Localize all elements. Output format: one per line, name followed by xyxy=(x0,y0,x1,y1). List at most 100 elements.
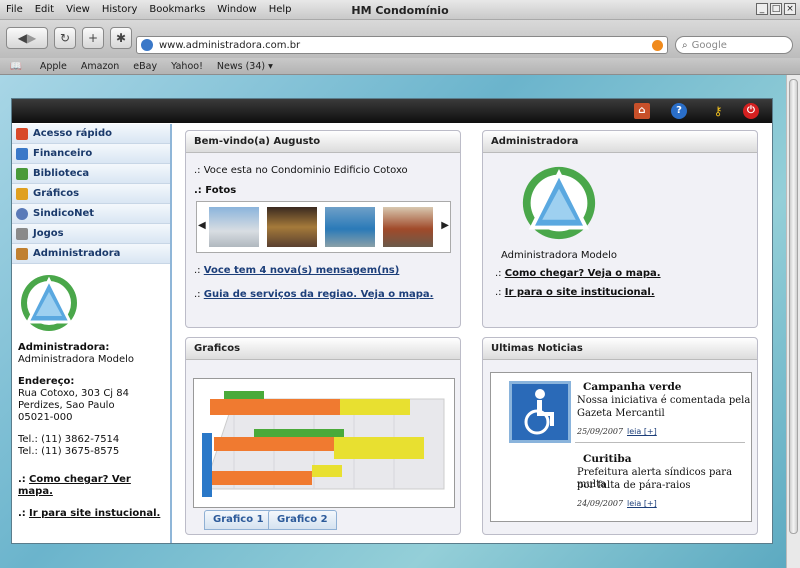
menu-file[interactable]: File xyxy=(6,4,23,15)
link-prefix: .: xyxy=(495,287,502,298)
people-icon xyxy=(16,247,28,260)
messages-row: .: Voce tem 4 nova(s) mensagem(ns) xyxy=(194,265,399,276)
address-bar[interactable]: www.administradora.com.br xyxy=(136,36,668,54)
sidebar-item-label: Biblioteca xyxy=(33,168,90,179)
wheelchair-icon xyxy=(524,389,554,435)
globe-icon xyxy=(16,207,28,220)
news-list: Campanha verde Nossa iniciativa é coment… xyxy=(490,372,752,522)
bookmark-amazon[interactable]: Amazon xyxy=(81,61,119,72)
news-headline[interactable]: Campanha verde xyxy=(583,381,681,393)
help-icon[interactable]: ? xyxy=(671,103,687,119)
menu-history[interactable]: History xyxy=(102,4,138,15)
tab-grafico-1[interactable]: Grafico 1 xyxy=(204,510,273,530)
sidebar-item-financeiro[interactable]: Financeiro xyxy=(12,144,170,164)
bookmark-yahoo[interactable]: Yahoo! xyxy=(171,61,203,72)
bookmark-apple[interactable]: Apple xyxy=(40,61,67,72)
tel-1: Tel.: (11) 3862-7514 xyxy=(18,434,120,445)
news-date: 25/09/2007 xyxy=(577,427,624,436)
maximize-button[interactable]: □ xyxy=(770,3,782,15)
back-arrow-icon: ◀ xyxy=(17,31,27,45)
admin-panel: Administradora Administradora Modelo .: … xyxy=(482,130,758,328)
sidebar-item-label: Financeiro xyxy=(33,148,93,159)
add-bookmark-button[interactable]: + xyxy=(82,27,104,49)
menu-bar: File Edit View History Bookmarks Window … xyxy=(6,4,292,15)
address-label: Endereço: xyxy=(18,376,75,387)
bookmark-ebay[interactable]: eBay xyxy=(133,61,157,72)
window-titlebar: File Edit View History Bookmarks Window … xyxy=(0,0,800,20)
welcome-condo-text: .: Voce esta no Condominio Edificio Coto… xyxy=(194,165,408,176)
news-divider xyxy=(575,442,745,443)
sidebar-logo xyxy=(20,272,78,334)
news-image[interactable] xyxy=(509,381,571,443)
close-button[interactable]: × xyxy=(784,3,796,15)
menu-view[interactable]: View xyxy=(66,4,90,15)
photo-thumb-1[interactable] xyxy=(209,207,259,247)
menu-window[interactable]: Window xyxy=(217,4,256,15)
news-headline[interactable]: Curitiba xyxy=(583,453,632,465)
tab-grafico-2[interactable]: Grafico 2 xyxy=(268,510,337,530)
search-field[interactable]: ⌕ Google xyxy=(675,36,793,54)
reload-button[interactable]: ↻ xyxy=(54,27,76,49)
photo-thumb-2[interactable] xyxy=(267,207,317,247)
photo-thumb-4[interactable] xyxy=(383,207,433,247)
services-map-link[interactable]: Guia de serviços da regiao. Veja o mapa. xyxy=(204,289,434,300)
scrollbar-thumb[interactable] xyxy=(789,79,798,534)
home-icon[interactable]: ⌂ xyxy=(634,103,650,119)
bookmarks-book-icon[interactable]: 📖 xyxy=(10,61,22,72)
admin-logo xyxy=(519,163,599,246)
bookmark-news[interactable]: News (34) ▾ xyxy=(217,61,273,72)
gamepad-icon xyxy=(16,227,28,240)
news-text-line: Nossa iniciativa é comentada pela xyxy=(577,395,751,406)
menu-help[interactable]: Help xyxy=(269,4,292,15)
news-read-more-link[interactable]: leia [+] xyxy=(627,427,657,436)
power-icon[interactable]: ⏻ xyxy=(743,103,759,119)
sidebar-item-administradora[interactable]: Administradora xyxy=(12,244,170,264)
key-icon[interactable]: ⚷ xyxy=(706,103,730,119)
menu-edit[interactable]: Edit xyxy=(35,4,54,15)
news-text-line: Gazeta Mercantil xyxy=(577,408,665,419)
sidebar-item-label: Gráficos xyxy=(33,188,80,199)
address-line-3: 05021-000 xyxy=(18,412,73,423)
bug-icon: ✱ xyxy=(115,31,127,45)
link-prefix: .: xyxy=(194,289,201,300)
gallery-prev-icon[interactable]: ◀ xyxy=(198,220,206,231)
minimize-button[interactable]: _ xyxy=(756,3,768,15)
vertical-scrollbar[interactable] xyxy=(786,75,800,568)
sidebar-map-link[interactable]: Como chegar? Ver mapa. xyxy=(18,474,131,497)
address-line-1: Rua Cotoxo, 303 Cj 84 xyxy=(18,388,129,399)
url-text: www.administradora.com.br xyxy=(159,39,301,51)
messages-link[interactable]: Voce tem 4 nova(s) mensagem(ns) xyxy=(204,265,400,276)
sidebar-item-biblioteca[interactable]: Biblioteca xyxy=(12,164,170,184)
sidebar-item-label: Acesso rápido xyxy=(33,128,112,139)
sidebar-site-link[interactable]: Ir para site instucional. xyxy=(29,508,160,519)
link-prefix: .: xyxy=(194,265,201,276)
photo-thumb-3[interactable] xyxy=(325,207,375,247)
bar-chart-graphic xyxy=(202,391,445,497)
window-controls: _ □ × xyxy=(756,3,796,15)
sidebar-item-jogos[interactable]: Jogos xyxy=(12,224,170,244)
link-prefix: .: xyxy=(18,508,26,519)
menu-bookmarks[interactable]: Bookmarks xyxy=(149,4,205,15)
bookmarks-bar: 📖 Apple Amazon eBay Yahoo! News (34) ▾ xyxy=(0,58,800,75)
sidebar-item-sindiconet[interactable]: SindicoNet xyxy=(12,204,170,224)
address-line-2: Perdizes, Sao Paulo xyxy=(18,400,115,411)
admin-site-row: .: Ir para o site institucional. xyxy=(495,287,655,298)
sidebar-item-label: SindicoNet xyxy=(33,208,95,219)
logo-icon xyxy=(21,275,77,331)
sidebar-item-graficos[interactable]: Gráficos xyxy=(12,184,170,204)
fotos-label: .: Fotos xyxy=(194,185,237,196)
admin-map-link[interactable]: Como chegar? Veja o mapa. xyxy=(505,268,661,279)
forward-arrow-icon: ▶ xyxy=(27,31,37,45)
admin-site-link[interactable]: Ir para o site institucional. xyxy=(505,287,655,298)
gallery-next-icon[interactable]: ▶ xyxy=(441,220,449,231)
services-row: .: Guia de serviços da regiao. Veja o ma… xyxy=(194,289,433,300)
book-icon xyxy=(16,167,28,180)
sidebar-item-acesso-rapido[interactable]: Acesso rápido xyxy=(12,124,170,144)
admin-panel-title: Administradora xyxy=(483,131,757,153)
news-read-more-link[interactable]: leia [+] xyxy=(627,499,657,508)
bug-report-button[interactable]: ✱ xyxy=(110,27,132,49)
search-placeholder: Google xyxy=(691,39,727,51)
rss-icon[interactable] xyxy=(652,39,663,51)
back-forward-button[interactable]: ◀ ▶ xyxy=(6,27,48,49)
admin-name: Administradora Modelo xyxy=(501,250,618,261)
